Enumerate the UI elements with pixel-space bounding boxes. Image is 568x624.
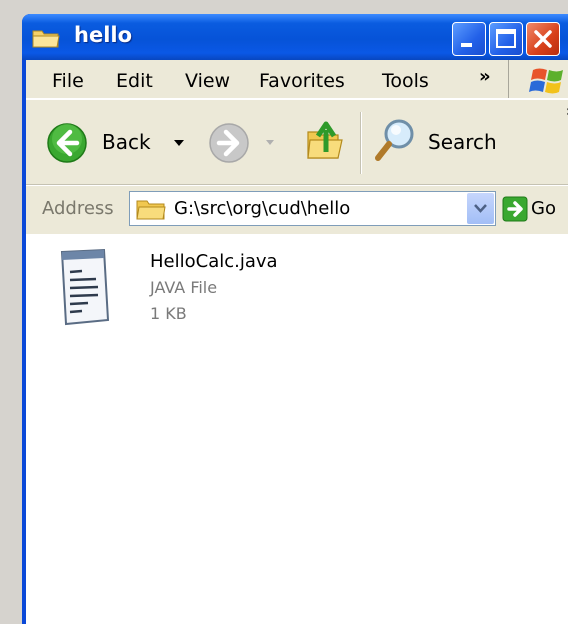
menu-tools[interactable]: Tools bbox=[382, 70, 429, 92]
forward-arrow-icon bbox=[209, 123, 249, 163]
address-value: G:\src\org\cud\hello bbox=[174, 198, 351, 219]
toolbar-separator bbox=[360, 112, 362, 174]
windows-flag-icon bbox=[529, 68, 563, 94]
menu-edit[interactable]: Edit bbox=[116, 70, 153, 92]
search-icon bbox=[375, 119, 414, 161]
menu-overflow-chevron[interactable]: » bbox=[479, 66, 491, 87]
notepad-document-icon bbox=[60, 248, 110, 326]
menu-favorites[interactable]: Favorites bbox=[259, 70, 345, 92]
file-name: HelloCalc.java bbox=[150, 251, 278, 272]
window-title: hello bbox=[74, 23, 133, 47]
go-arrow-icon bbox=[502, 196, 528, 222]
close-button[interactable] bbox=[526, 22, 560, 56]
window-client-area: File Edit View Favorites Tools » Back Se… bbox=[26, 60, 568, 624]
title-bar[interactable]: hello bbox=[22, 14, 568, 60]
file-size: 1 KB bbox=[150, 304, 187, 323]
back-label: Back bbox=[102, 130, 151, 154]
maximize-button[interactable] bbox=[489, 22, 523, 56]
standard-toolbar: Back Search bbox=[26, 99, 568, 185]
search-label: Search bbox=[428, 130, 497, 154]
minimize-button[interactable] bbox=[452, 22, 486, 56]
chevron-down-icon[interactable] bbox=[172, 138, 186, 148]
chevron-down-icon bbox=[474, 204, 487, 213]
close-icon bbox=[534, 30, 552, 48]
menu-bar: File Edit View Favorites Tools » bbox=[26, 60, 568, 99]
address-input[interactable]: G:\src\org\cud\hello bbox=[129, 191, 496, 226]
windows-logo-area bbox=[508, 60, 568, 98]
file-item[interactable]: HelloCalc.java JAVA File 1 KB bbox=[46, 244, 306, 336]
file-type: JAVA File bbox=[150, 278, 218, 297]
address-label: Address bbox=[42, 198, 114, 219]
chevron-down-icon[interactable] bbox=[264, 138, 276, 148]
address-bar: Address G:\src\org\cud\hello Go bbox=[26, 185, 568, 235]
folder-icon bbox=[32, 30, 60, 48]
file-list-view: HelloCalc.java JAVA File 1 KB bbox=[26, 234, 568, 624]
back-button[interactable]: Back bbox=[46, 118, 191, 168]
maximize-icon bbox=[496, 29, 516, 48]
search-button[interactable]: Search bbox=[372, 116, 502, 166]
address-dropdown-button[interactable] bbox=[467, 193, 494, 224]
minimize-icon bbox=[461, 43, 472, 47]
forward-button[interactable] bbox=[208, 118, 278, 168]
folder-up-icon bbox=[307, 121, 343, 159]
up-folder-button[interactable] bbox=[304, 116, 352, 166]
folder-icon bbox=[136, 200, 166, 220]
explorer-window: hello File Edit View Favorites Tools » B… bbox=[22, 14, 568, 624]
go-label: Go bbox=[531, 198, 556, 219]
back-arrow-icon bbox=[47, 123, 87, 163]
menu-view[interactable]: View bbox=[185, 70, 230, 92]
menu-file[interactable]: File bbox=[52, 70, 84, 92]
